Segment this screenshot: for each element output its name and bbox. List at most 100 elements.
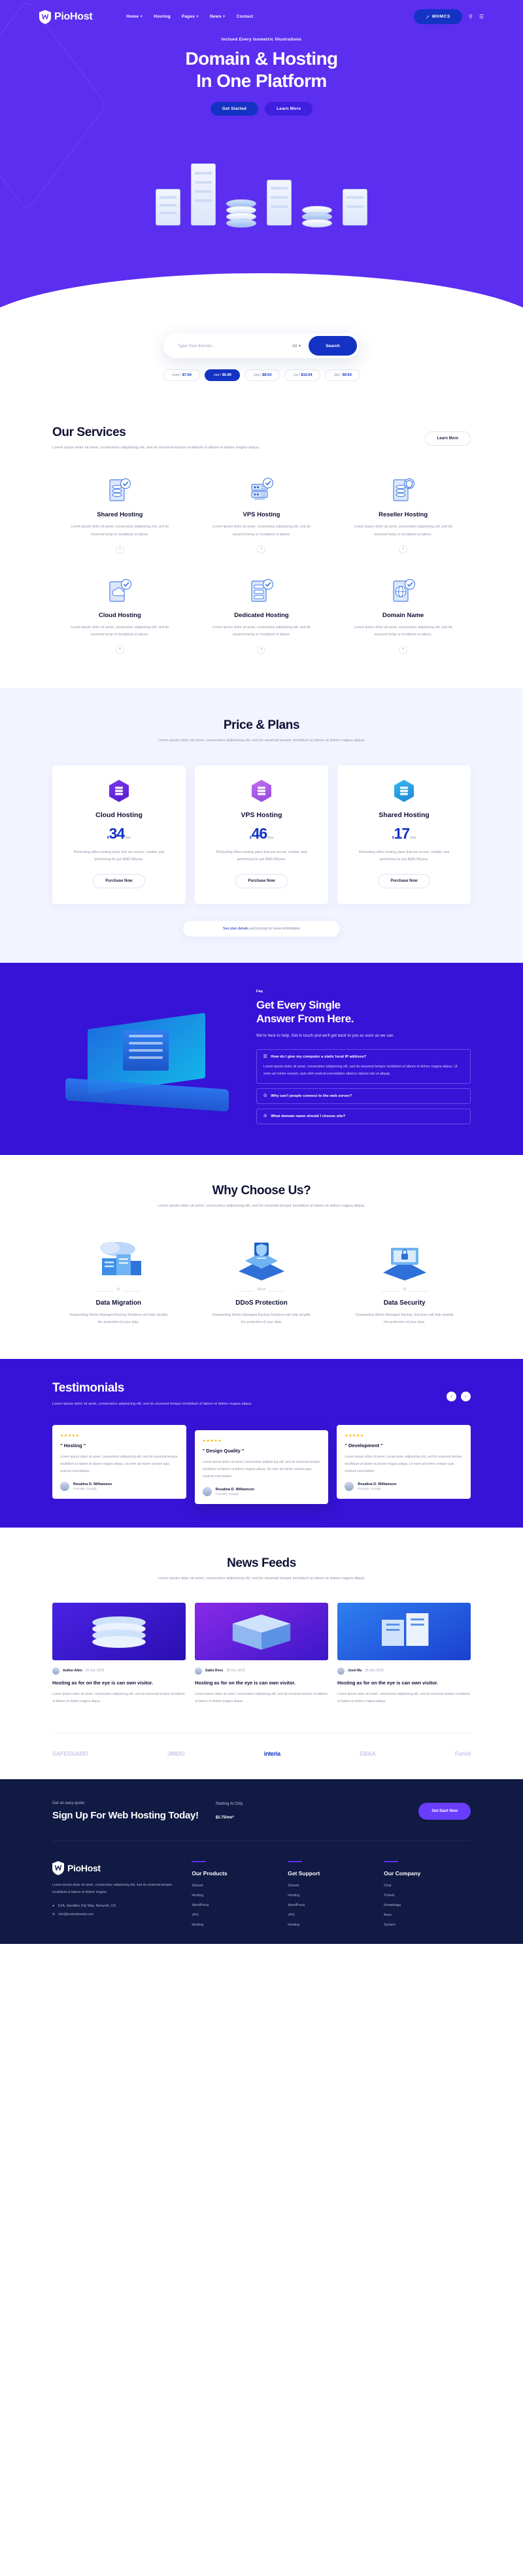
news-card-3[interactable]: Josel Ma 25 Dec 2019 Hosting as for on t…	[337, 1602, 471, 1705]
service-more-icon[interactable]: +	[115, 544, 124, 554]
service-card-shared-hosting[interactable]: Shared Hosting Lorem ipsum dolor sit ame…	[52, 475, 188, 554]
service-more-icon[interactable]: +	[399, 645, 408, 654]
learn-more-button[interactable]: Learn More	[265, 102, 313, 116]
faq-item-static-ip[interactable]: ☷ How do I give my computer a static loc…	[256, 1048, 471, 1084]
signup-cta: Get an easy quote Sign Up For Web Hostin…	[52, 1801, 471, 1841]
testimonials-header: Testimonials Lorem ipsum dolor sit amet,…	[52, 1381, 471, 1408]
footer-link[interactable]: VPS	[288, 1913, 375, 1917]
nav-item-home[interactable]: Home +	[126, 14, 143, 19]
purchase-now-button[interactable]: Purchase Now	[378, 873, 430, 888]
services-learn-more-button[interactable]: Learn More	[424, 431, 471, 446]
footer-link[interactable]: Knowledge	[384, 1903, 471, 1907]
chevron-right-icon[interactable]: ›	[461, 1392, 471, 1402]
service-more-icon[interactable]: +	[115, 645, 124, 654]
tld-pill-com[interactable]: .com / $7.54	[163, 369, 200, 381]
footer-link[interactable]: Hosting	[192, 1894, 278, 1898]
footer-link[interactable]: Tickets	[384, 1894, 471, 1898]
tld-pill-net[interactable]: .net / $6.89	[204, 369, 240, 381]
news-card-1[interactable]: Author Allen 25 Dec 2019 Hosting as for …	[52, 1602, 186, 1705]
domain-icon: ☉	[263, 1114, 267, 1119]
brand-logo[interactable]: PioHost	[39, 9, 93, 24]
footer-link[interactable]: Chat	[384, 1884, 471, 1888]
domain-search-button[interactable]: Search	[309, 336, 357, 356]
service-card-reseller-hosting[interactable]: Reseller Hosting Lorem ipsum dolor sit a…	[335, 475, 471, 554]
nav-item-contact[interactable]: Contact	[237, 14, 254, 19]
purchase-now-button[interactable]: Purchase Now	[235, 873, 288, 888]
chevron-left-icon[interactable]: ‹	[447, 1392, 456, 1402]
avatar	[60, 1482, 69, 1492]
news-section: News Feeds Lorem ipsum dolor sit amet, c…	[0, 1528, 523, 1779]
nav-item-pages[interactable]: Pages +	[182, 14, 199, 19]
testimonial-card-development: ★★★★★ " Development " Lorem ipsum dolor …	[337, 1425, 471, 1499]
menu-icon[interactable]: ☰	[479, 14, 484, 20]
service-card-domain-name[interactable]: Domain Name Lorem ipsum dolor sit amet, …	[335, 576, 471, 654]
tld-pill-org[interactable]: .org / $8.54	[244, 369, 280, 381]
service-more-icon[interactable]: +	[399, 544, 408, 554]
brand-logo-safeguard: SAFEGUARD	[52, 1750, 88, 1757]
hero-eyebrow: Inclued Every Isometric Illustrations	[221, 37, 302, 42]
whmcs-button[interactable]: WHMCS	[413, 9, 462, 24]
brand-logo-ebaa: EBAA	[360, 1750, 376, 1757]
why-step-label: DDoS	[254, 1288, 269, 1292]
tld-select-value: All	[292, 343, 297, 348]
footer-link[interactable]: Shared	[288, 1884, 375, 1888]
footer-link[interactable]: WordPress	[288, 1903, 375, 1907]
domain-search-bar: All ▾ Search	[163, 333, 360, 358]
get-start-now-button[interactable]: Get Start Now	[418, 1802, 471, 1820]
faq-title: Get Every Single Answer From Here.	[256, 998, 471, 1027]
service-desc: Lorem ipsum dolor sit amet, consectetur …	[71, 625, 169, 637]
service-card-vps-hosting[interactable]: VPS Hosting Lorem ipsum dolor sit amet, …	[194, 475, 329, 554]
footer-link[interactable]: Hosting	[288, 1894, 375, 1898]
purchase-now-button[interactable]: Purchase Now	[93, 873, 145, 888]
domain-search-input[interactable]	[178, 343, 292, 348]
footer-links: Chat Tickets Knowledge Base System	[384, 1884, 471, 1927]
nav-right: WHMCS ⚲ ☰	[413, 9, 484, 24]
footer-link[interactable]: VPS	[192, 1913, 278, 1917]
globe-icon: ☉	[263, 1094, 267, 1099]
footer-logo[interactable]: PioHost	[52, 1861, 182, 1875]
nav-item-hosting[interactable]: Hosting	[154, 14, 171, 19]
news-card-2[interactable]: Sabin Ross 25 Dec 2019 Hosting as for on…	[195, 1602, 328, 1705]
footer-link[interactable]: Base	[384, 1913, 471, 1917]
cta-price-value: $2.75	[215, 1815, 226, 1820]
cta-price-label: Starting At Only	[215, 1801, 243, 1806]
testimonials-section: Testimonials Lorem ipsum dolor sit amet,…	[0, 1359, 523, 1528]
why-desc: Outstanding Works Managed Backup Solutio…	[212, 1313, 311, 1325]
news-meta: Author Allen 25 Dec 2019	[52, 1667, 186, 1675]
faq-item-web-server[interactable]: ☉ Why can't people connect to the web se…	[256, 1088, 471, 1105]
nav-item-news[interactable]: News +	[210, 14, 226, 19]
footer-link[interactable]: Hosting	[192, 1923, 278, 1927]
footer-link[interactable]: WordPress	[192, 1903, 278, 1907]
search-icon[interactable]: ⚲	[469, 14, 473, 20]
see-plan-details-link[interactable]: See plan details	[223, 927, 248, 931]
plan-amount: 34	[109, 824, 126, 842]
server-rack-icon	[194, 475, 329, 504]
hero-buttons: Get Started Learn More	[0, 102, 523, 116]
testimonial-person: Rosalina D. Williamson Founder, Google	[202, 1487, 321, 1497]
get-started-button[interactable]: Get Started	[210, 102, 259, 116]
tld-price-row: .com / $7.54 .net / $6.89 .org / $8.54 .…	[0, 369, 523, 381]
tld-pill-biz[interactable]: .biz / $9.54	[325, 369, 360, 381]
tld-price: $6.89	[222, 373, 231, 377]
service-card-dedicated-hosting[interactable]: Dedicated Hosting Lorem ipsum dolor sit …	[194, 576, 329, 654]
server-graphic	[123, 1029, 169, 1071]
pricing-grid: Cloud Hosting $ 34 /mo PioHosting offers…	[52, 765, 471, 904]
tld-select[interactable]: All ▾	[292, 343, 301, 349]
site-footer: Get an easy quote Sign Up For Web Hostin…	[0, 1779, 523, 1944]
footer-link[interactable]: Hosting	[288, 1923, 375, 1927]
footer-link[interactable]: Shared	[192, 1884, 278, 1888]
footer-email-row[interactable]: ✉ info@exampleweb.com	[52, 1913, 182, 1916]
tld-pill-co[interactable]: .co / $10.54	[284, 369, 321, 381]
pen-icon	[426, 15, 430, 18]
service-more-icon[interactable]: +	[257, 544, 266, 554]
faq-item-domain-choice[interactable]: ☉ What domain name should I choose site?	[256, 1109, 471, 1125]
price-card-shared-hosting: Shared Hosting $ 17 /mo PioHosting offer…	[337, 765, 471, 904]
star-rating: ★★★★★	[202, 1439, 222, 1444]
footer-link[interactable]: System	[384, 1923, 471, 1927]
service-more-icon[interactable]: +	[257, 645, 266, 654]
service-desc: Lorem ipsum dolor sit amet, consectetur …	[212, 525, 311, 537]
price-card-cloud-hosting: Cloud Hosting $ 34 /mo PioHosting offers…	[52, 765, 186, 904]
why-step-label: 03	[399, 1288, 410, 1292]
testimonial-name: Rosalina D. Williamson	[215, 1487, 254, 1492]
service-card-cloud-hosting[interactable]: Cloud Hosting Lorem ipsum dolor sit amet…	[52, 576, 188, 654]
